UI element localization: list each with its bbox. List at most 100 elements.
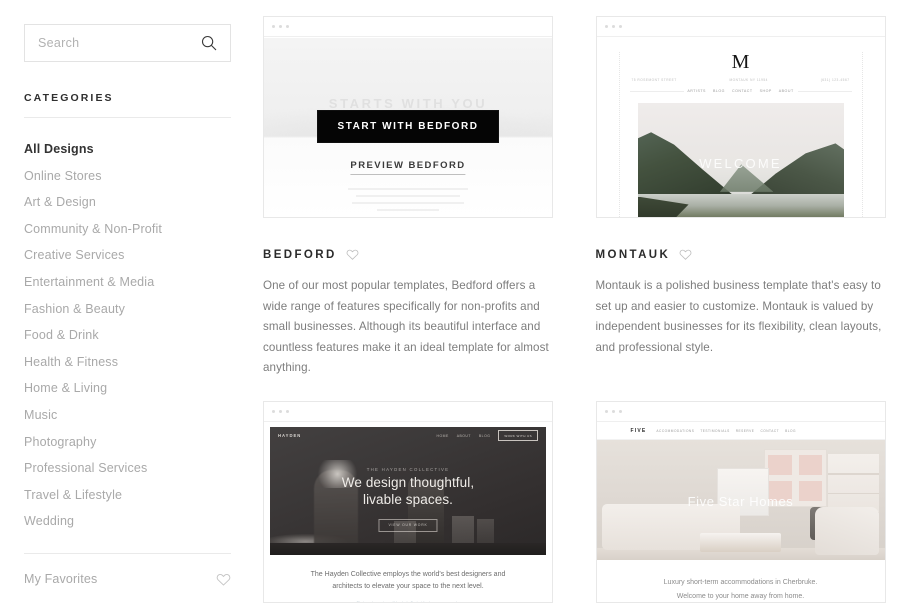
- hayden-eyebrow: THE HAYDEN COLLECTIVE: [366, 467, 450, 473]
- my-favorites-label: My Favorites: [24, 572, 98, 587]
- sidebar-item-wedding[interactable]: Wedding: [24, 508, 231, 535]
- hayden-nav-item: BLOG: [478, 433, 491, 438]
- five-hero-text: Five Star Homes: [687, 493, 794, 509]
- five-preview: FIVE ACCOMMODATIONS TESTIMONIALS RESERVE…: [596, 422, 885, 602]
- five-nav-item: BLOG: [785, 428, 796, 433]
- montauk-meta-left: 75 ROSEMONT STREET: [631, 78, 677, 82]
- start-with-bedford-button[interactable]: START WITH BEDFORD: [317, 110, 499, 143]
- bedford-thumbnail[interactable]: STARTS WITH YOU START WITH BEDFORD PREVI…: [263, 16, 553, 218]
- five-nav-bar: FIVE ACCOMMODATIONS TESTIMONIALS RESERVE…: [596, 423, 885, 440]
- montauk-hero-image: WELCOME: [637, 103, 844, 217]
- montauk-meta-right: (631) 123-4567: [820, 78, 850, 82]
- template-grid: STARTS WITH YOU START WITH BEDFORD PREVI…: [263, 16, 890, 603]
- montauk-hero-text: WELCOME: [699, 155, 782, 171]
- montauk-nav-item: SHOP: [759, 89, 772, 93]
- hayden-nav-bar: HAYDEN HOME ABOUT BLOG WORK WITH US: [270, 427, 546, 445]
- five-nav-item: TESTIMONIALS: [700, 428, 730, 433]
- five-hero-image: Five Star Homes: [596, 439, 885, 560]
- montauk-nav-item: ARTISTS: [687, 89, 706, 93]
- heart-outline-icon[interactable]: [346, 248, 359, 261]
- bedford-placeholder-lines: [264, 188, 552, 211]
- bedford-preview: STARTS WITH YOU START WITH BEDFORD PREVI…: [264, 38, 552, 217]
- five-nav-item: ACCOMMODATIONS: [656, 428, 695, 433]
- template-card-bedford[interactable]: STARTS WITH YOU START WITH BEDFORD PREVI…: [263, 16, 553, 379]
- template-title: MONTAUK: [595, 248, 671, 261]
- browser-chrome-bar: [264, 401, 552, 422]
- five-caption: Luxury short-term accommodations in Cher…: [597, 576, 885, 602]
- sidebar-item-fashion-beauty[interactable]: Fashion & Beauty: [24, 296, 231, 323]
- five-logo: FIVE: [630, 427, 647, 434]
- template-card-montauk[interactable]: M 75 ROSEMONT STREET MONTAUK NY 11954 (6…: [595, 16, 886, 379]
- browser-dot-icon: [286, 409, 289, 413]
- hayden-thumbnail[interactable]: HAYDEN HOME ABOUT BLOG WORK WITH US THE …: [263, 400, 553, 603]
- hayden-nav-button: WORK WITH US: [498, 430, 538, 441]
- heart-outline-icon[interactable]: [679, 248, 692, 261]
- sidebar: CATEGORIES All Designs Online Stores Art…: [0, 0, 255, 616]
- browser-dot-icon: [279, 25, 282, 28]
- hayden-caption-line2: architects to elevate your space to the …: [332, 583, 484, 591]
- template-description: Montauk is a polished business template …: [595, 279, 882, 354]
- bedford-title-row: BEDFORD: [263, 248, 553, 261]
- browser-dot-icon: [611, 25, 615, 28]
- sidebar-item-creative-services[interactable]: Creative Services: [24, 242, 231, 269]
- search-icon[interactable]: [201, 35, 217, 51]
- template-title: BEDFORD: [263, 248, 337, 261]
- sidebar-item-my-favorites[interactable]: My Favorites: [24, 572, 231, 587]
- montauk-thumbnail[interactable]: M 75 ROSEMONT STREET MONTAUK NY 11954 (6…: [595, 16, 886, 218]
- montauk-nav: ARTISTS BLOG CONTACT SHOP ABOUT: [620, 89, 862, 93]
- sidebar-item-all-designs[interactable]: All Designs: [24, 136, 231, 163]
- sidebar-item-community-non-profit[interactable]: Community & Non-Profit: [24, 216, 231, 243]
- hayden-preview: HAYDEN HOME ABOUT BLOG WORK WITH US THE …: [264, 422, 552, 602]
- montauk-preview: M 75 ROSEMONT STREET MONTAUK NY 11954 (6…: [596, 38, 885, 217]
- hayden-caption-line1: The Hayden Collective employs the world'…: [310, 570, 506, 578]
- sidebar-item-professional-services[interactable]: Professional Services: [24, 455, 231, 482]
- browser-dot-icon: [286, 25, 289, 28]
- template-card-five[interactable]: FIVE ACCOMMODATIONS TESTIMONIALS RESERVE…: [595, 400, 886, 603]
- browser-dot-icon: [611, 409, 615, 413]
- hayden-headline-line2: livable spaces.: [362, 491, 454, 507]
- template-card-hayden[interactable]: HAYDEN HOME ABOUT BLOG WORK WITH US THE …: [263, 400, 553, 603]
- hayden-hero-image: HAYDEN HOME ABOUT BLOG WORK WITH US THE …: [270, 426, 546, 555]
- five-nav-item: CONTACT: [760, 428, 780, 433]
- browser-dot-icon: [272, 25, 275, 28]
- search-input[interactable]: [38, 36, 158, 50]
- browser-dot-icon: [604, 409, 608, 413]
- sidebar-item-food-drink[interactable]: Food & Drink: [24, 322, 231, 349]
- montauk-nav-item: BLOG: [712, 89, 725, 93]
- sidebar-item-online-stores[interactable]: Online Stores: [24, 163, 231, 190]
- sidebar-item-art-design[interactable]: Art & Design: [24, 189, 231, 216]
- montauk-logo: M: [731, 51, 750, 73]
- browser-chrome-bar: [596, 401, 885, 422]
- sidebar-item-home-living[interactable]: Home & Living: [24, 375, 231, 402]
- bedford-ghost-headline: STARTS WITH YOU: [328, 96, 488, 111]
- template-description: One of our most popular templates, Bedfo…: [263, 279, 549, 374]
- browser-chrome-bar: [264, 17, 552, 37]
- sidebar-item-health-fitness[interactable]: Health & Fitness: [24, 349, 231, 376]
- template-grid-area: STARTS WITH YOU START WITH BEDFORD PREVI…: [255, 0, 900, 616]
- categories-divider: [24, 117, 231, 118]
- hayden-nav-item: HOME: [436, 433, 449, 438]
- montauk-title-row: MONTAUK: [596, 248, 886, 261]
- browser-dot-icon: [279, 409, 282, 413]
- categories-list: All Designs Online Stores Art & Design C…: [24, 136, 231, 535]
- hayden-cta-button: VIEW OUR WORK: [378, 518, 438, 532]
- hayden-nav-item: ABOUT: [456, 433, 471, 438]
- browser-dot-icon: [618, 409, 622, 413]
- montauk-meta-center: MONTAUK NY 11954: [729, 78, 768, 82]
- hayden-headline-line1: We design thoughtful,: [341, 475, 475, 491]
- sidebar-item-entertainment-media[interactable]: Entertainment & Media: [24, 269, 231, 296]
- sidebar-item-travel-lifestyle[interactable]: Travel & Lifestyle: [24, 482, 231, 509]
- heart-icon: [216, 572, 231, 587]
- search-box[interactable]: [24, 24, 231, 62]
- sidebar-item-photography[interactable]: Photography: [24, 429, 231, 456]
- preview-bedford-link[interactable]: PREVIEW BEDFORD: [350, 160, 466, 175]
- categories-heading: CATEGORIES: [24, 92, 114, 104]
- five-nav-item: RESERVE: [735, 428, 755, 433]
- browser-dot-icon: [618, 25, 622, 28]
- five-thumbnail[interactable]: FIVE ACCOMMODATIONS TESTIMONIALS RESERVE…: [595, 400, 886, 603]
- hayden-headline: We design thoughtful, livable spaces.: [270, 475, 546, 508]
- five-caption-line2: Welcome to your home away from home.: [676, 592, 805, 600]
- favorites-divider: [24, 552, 231, 554]
- montauk-meta-row: 75 ROSEMONT STREET MONTAUK NY 11954 (631…: [620, 72, 862, 82]
- sidebar-item-music[interactable]: Music: [24, 402, 231, 429]
